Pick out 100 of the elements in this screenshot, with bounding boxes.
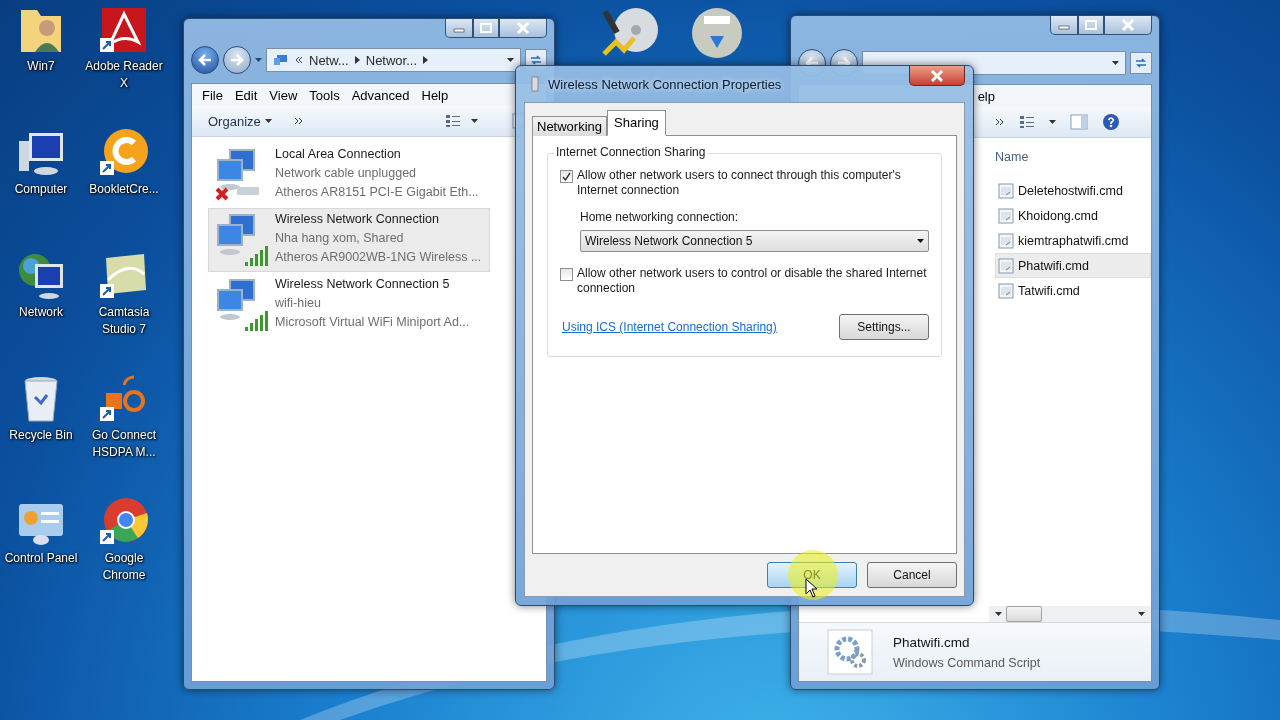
menu-item[interactable]: Advanced <box>345 87 416 103</box>
script-entry[interactable]: Deletehostwifi.cmd <box>995 178 1151 203</box>
view-list-icon <box>1019 115 1035 129</box>
checkbox[interactable] <box>560 170 573 183</box>
file-name: Tatwifi.cmd <box>1018 283 1080 298</box>
caret-icon <box>264 119 272 123</box>
desktop-icon-label[interactable]: Win7 <box>1 58 81 75</box>
menu-item[interactable]: Tools <box>303 87 346 103</box>
tab[interactable]: Networking <box>532 116 608 136</box>
file-name: Phatwifi.cmd <box>1018 258 1089 273</box>
connection-name: Local Area Connection <box>275 146 402 163</box>
connection-status: wifi-hieu <box>275 295 322 312</box>
desktop-icon-label[interactable]: BookletCre... <box>84 181 164 198</box>
checkbox[interactable] <box>560 268 573 281</box>
minimize-button[interactable] <box>445 19 473 38</box>
breadcrumb-arrow-icon <box>354 56 360 64</box>
script-entry[interactable]: Khoidong.cmd <box>995 203 1151 228</box>
file-name: kiemtraphatwifi.cmd <box>1018 233 1129 248</box>
maximize-icon <box>1085 20 1097 30</box>
connection-status: Network cable unplugged <box>275 165 418 182</box>
caret-icon <box>471 119 478 123</box>
preview-pane-icon <box>1070 114 1088 130</box>
minimize-button[interactable] <box>1050 16 1078 35</box>
more-chevron-icon[interactable] <box>995 118 1005 126</box>
organize-button[interactable]: Organize <box>208 113 272 129</box>
gears-icon <box>827 629 873 675</box>
script-file-icon <box>998 282 1014 299</box>
file-name: Deletehostwifi.cmd <box>1018 183 1123 198</box>
menu-item[interactable]: Help <box>415 87 455 103</box>
connection-name: Wireless Network Connection <box>275 211 440 228</box>
desktop-icon-label[interactable]: Network <box>1 304 81 321</box>
mouse-pointer-icon <box>805 578 817 598</box>
menu-item[interactable]: View <box>263 87 304 103</box>
close-icon <box>1121 19 1135 31</box>
desktop-icon-label[interactable]: Control Panel <box>1 550 81 567</box>
caret-icon <box>995 612 1002 616</box>
close-icon <box>930 69 944 82</box>
menu-item[interactable]: elp <box>971 88 1001 104</box>
maximize-icon <box>480 23 492 33</box>
desktop-icon-label[interactable]: Recycle Bin <box>1 427 81 444</box>
script-entry[interactable]: kiemtraphatwifi.cmd <box>995 228 1151 253</box>
desktop-icon-label[interactable]: Go Connect HSDPA M... <box>84 427 164 461</box>
file-name: Khoidong.cmd <box>1018 208 1098 223</box>
caret-icon <box>1138 612 1145 616</box>
breadcrumb-item[interactable]: Netw... <box>309 52 349 68</box>
file-type: Windows Command Script <box>893 655 1041 670</box>
script-entry[interactable]: Phatwifi.cmd <box>995 253 1151 278</box>
dialog-title: Wireless Network Connection Properties <box>548 76 783 92</box>
network-icon <box>273 54 289 66</box>
close-button[interactable] <box>909 66 965 86</box>
caret-icon <box>1112 61 1119 65</box>
menu-item[interactable]: Edit <box>228 87 264 103</box>
maximize-button[interactable] <box>1078 16 1104 35</box>
check-icon <box>562 172 571 181</box>
more-chevron-icon[interactable] <box>293 117 304 125</box>
close-button[interactable] <box>499 19 547 38</box>
file-name: Phatwifi.cmd <box>893 634 971 650</box>
close-button[interactable] <box>1104 16 1152 35</box>
script-file-icon <box>998 207 1014 224</box>
checkbox-label: Allow other network users to connect through this computer's Internet connection <box>577 168 902 198</box>
forward-button[interactable] <box>223 46 251 74</box>
back-button[interactable] <box>191 46 219 74</box>
adapter-name: Atheros AR9002WB-1NG Wireless ... <box>275 249 482 266</box>
click-highlight <box>788 550 838 600</box>
close-icon <box>516 22 530 34</box>
maximize-button[interactable] <box>473 19 499 38</box>
script-entry[interactable]: Tatwifi.cmd <box>995 278 1151 303</box>
breadcrumb-item[interactable]: Networ... <box>365 52 418 68</box>
menu-item[interactable]: File <box>196 87 229 103</box>
view-list-icon <box>445 114 461 128</box>
cancel-button[interactable]: Cancel <box>867 562 957 588</box>
column-header[interactable]: Name <box>995 148 1151 178</box>
caret-icon <box>255 58 262 62</box>
adapter-name: Atheros AR8151 PCI-E Gigabit Eth... <box>275 184 479 201</box>
connection-item[interactable]: Wireless Network Connection Nha hang xom, Shared Atheros AR9002WB-1NG Wireless ... <box>208 208 490 272</box>
address-bar[interactable]: Netw... Networ... <box>266 48 521 72</box>
round-download-icon <box>690 6 744 60</box>
network-adapter-icon <box>530 75 540 93</box>
horizontal-scrollbar[interactable] <box>989 606 1151 622</box>
group-title: Internet Connection Sharing <box>554 145 708 159</box>
tab[interactable]: Sharing <box>607 110 666 136</box>
desktop-icon-label[interactable]: Adobe Reader X <box>84 58 164 92</box>
script-file-icon <box>998 182 1014 199</box>
breadcrumb-arrow-icon <box>423 56 429 64</box>
caret-icon <box>1049 120 1056 124</box>
field-label: Home networking connection: <box>580 210 740 225</box>
script-file-icon <box>998 232 1014 249</box>
desktop-icon-label[interactable]: Computer <box>1 181 81 198</box>
connection-status: Nha hang xom, Shared <box>275 230 405 247</box>
connection-item[interactable]: Local Area Connection Network cable unplugged Atheros AR8151 PCI-E Gigabit Eth... <box>208 143 490 207</box>
connection-item[interactable]: Wireless Network Connection 5 wifi-hieu Microsoft Virtual WiFi Miniport Ad... <box>208 273 490 337</box>
connection-name: Wireless Network Connection 5 <box>275 276 451 293</box>
help-link[interactable]: Using ICS (Internet Connection Sharing) <box>562 320 777 334</box>
refresh-icon <box>529 54 543 66</box>
connection-dropdown[interactable]: Wireless Network Connection 5 <box>580 230 929 252</box>
desktop-icon-label[interactable]: Google Chrome <box>84 550 164 584</box>
desktop-icon-label[interactable]: Camtasia Studio 7 <box>84 304 164 338</box>
help-icon[interactable] <box>1102 113 1120 131</box>
settings-button[interactable]: Settings... <box>839 314 929 340</box>
script-file-icon <box>998 257 1014 274</box>
